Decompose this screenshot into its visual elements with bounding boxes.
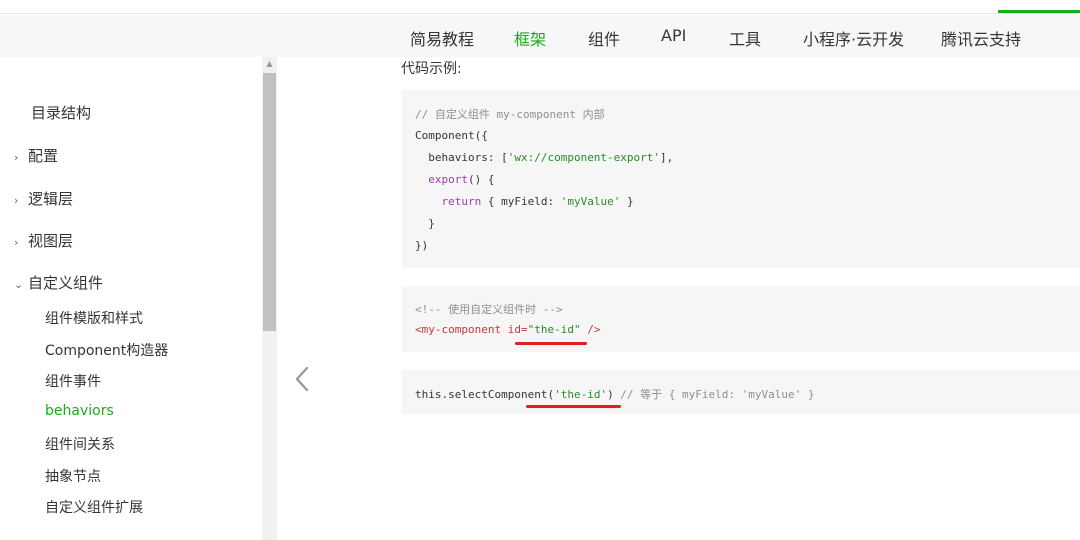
code-line: this.selectComponent('the-id') // 等于 { m… [415,386,815,402]
code-line: export() { [415,173,494,186]
code-token: ], [660,151,674,164]
code-string: 'myValue' [560,195,621,208]
sidebar-scrollbar[interactable]: ▲ [262,57,277,540]
nav-item-tencent-cloud[interactable]: 腾讯云支持 [941,26,1021,50]
code-comment: // 等于 { myField: 'myValue' } [613,388,815,401]
sidebar-subitem-behaviors[interactable]: behaviors [45,403,114,419]
sidebar-item-view-layer[interactable]: › 视图层 [14,230,73,251]
sidebar-item-label: 自定义组件 [28,274,104,292]
sidebar: 目录结构 › 配置 › 逻辑层 › 视图层 ⌄ 自定义组件 组件模版和样式 Compon… [0,57,262,540]
code-tag: /> [580,323,601,336]
header-accent-bar [998,10,1080,13]
nav-item-api[interactable]: API [661,26,686,45]
code-block-select: this.selectComponent('the-id') // 等于 { m… [402,370,1080,414]
sidebar-subitem-component-events[interactable]: 组件事件 [45,371,101,391]
nav-item-tutorial[interactable]: 简易教程 [410,26,474,50]
chevron-left-icon[interactable] [290,364,314,394]
code-block-usage: <!-- 使用自定义组件时 --> <my-component id="the-… [402,286,1080,352]
chevron-right-icon: › [14,151,19,164]
nav-item-components[interactable]: 组件 [588,26,620,50]
code-attr-value: "the-id" [527,323,581,336]
code-keyword: export [415,173,468,186]
code-line: return { myField: 'myValue' } [415,195,634,208]
code-token: } [620,195,634,208]
sidebar-item-label: 视图层 [28,232,74,250]
sidebar-subitem-relations[interactable]: 组件间关系 [45,434,115,454]
nav-item-cloud-dev[interactable]: 小程序·云开发 [803,26,904,50]
code-line: <my-component id="the-id" /> [415,323,600,336]
code-line: Component({ [415,129,488,142]
top-navigation: 简易教程 框架 组件 API 工具 小程序·云开发 腾讯云支持 [0,15,1080,57]
sidebar-subitem-abstract-nodes[interactable]: 抽象节点 [45,466,101,486]
nav-item-framework[interactable]: 框架 [514,26,546,50]
code-example-title: 代码示例: [401,61,462,77]
sidebar-subitem-extensions[interactable]: 自定义组件扩展 [45,497,143,517]
code-line: }) [415,239,429,252]
chevron-right-icon: › [14,194,19,207]
code-token: this.selectComponent( [415,388,555,401]
code-line: // 自定义组件 my-component 内部 [415,108,605,121]
code-token: () { [467,173,495,186]
code-line: <!-- 使用自定义组件时 --> [415,303,563,316]
sidebar-item-label: 配置 [28,147,59,165]
code-keyword: return [415,195,482,208]
sidebar-item-logic-layer[interactable]: › 逻辑层 [14,188,73,209]
red-underline-annotation [526,405,621,408]
code-token: { myField: [481,195,561,208]
chevron-right-icon: › [14,236,19,249]
code-attr: id= [501,323,528,336]
chevron-down-icon: ⌄ [14,278,24,291]
sidebar-item-label: 目录结构 [31,104,92,122]
code-block-component: // 自定义组件 my-component 内部 Component({ beh… [402,90,1080,268]
red-underline-annotation [515,342,587,345]
sidebar-item-label: 逻辑层 [28,190,74,208]
sidebar-subitem-template-style[interactable]: 组件模版和样式 [45,308,143,328]
nav-item-tools[interactable]: 工具 [729,26,761,50]
code-line: behaviors: ['wx://component-export'], [415,151,673,164]
sidebar-item-custom-components[interactable]: ⌄ 自定义组件 [14,272,103,293]
code-string: 'the-id' [554,388,608,401]
code-token: ) [607,388,614,401]
top-header-strip [0,0,1080,14]
triangle-up-icon[interactable]: ▲ [262,57,277,71]
sidebar-subitem-component-constructor[interactable]: Component构造器 [45,340,168,360]
sidebar-item-directory[interactable]: 目录结构 [31,102,91,123]
code-line: } [415,217,435,230]
code-token: behaviors: [ [415,151,508,164]
sidebar-item-config[interactable]: › 配置 [14,145,58,166]
code-tag: <my-component [415,323,502,336]
scrollbar-thumb[interactable] [263,73,276,331]
code-string: 'wx://component-export' [507,151,661,164]
